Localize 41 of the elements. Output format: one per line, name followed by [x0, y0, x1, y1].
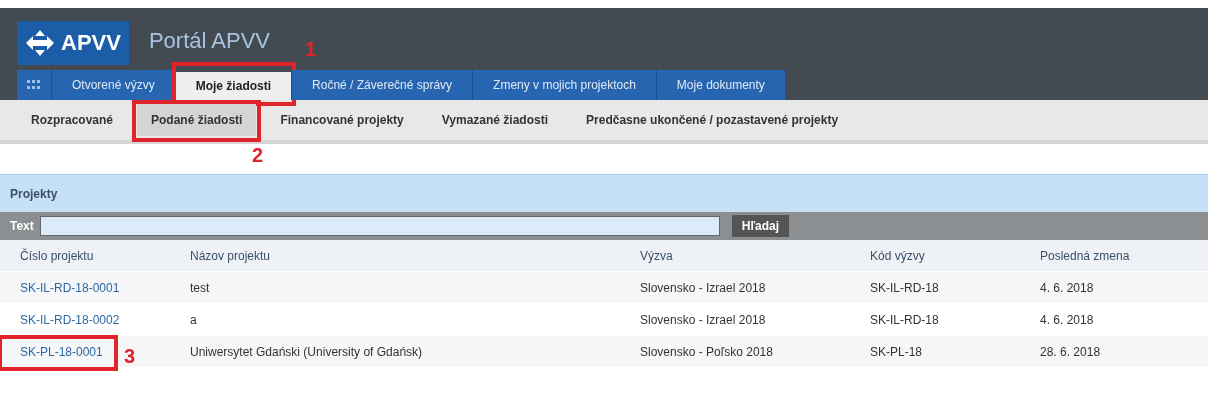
column-header[interactable]: Číslo projektu [20, 248, 190, 263]
table-cell-text: test [190, 280, 211, 295]
logo-text: APVV [61, 30, 121, 56]
sub-tab[interactable]: Rozpracované [17, 100, 128, 140]
table-cell-text: 28. 6. 2018 [1040, 344, 1102, 359]
nav-tab[interactable]: Ročné / Záverečné správy [292, 70, 474, 100]
search-field[interactable] [39, 216, 720, 236]
apvv-logo[interactable]: APVV [17, 21, 129, 65]
search-button[interactable]: Hľadaj [731, 215, 790, 237]
search-label: Text [10, 219, 34, 233]
sub-tab[interactable]: Financované projekty [266, 100, 418, 140]
apps-grid-icon[interactable] [17, 70, 52, 100]
callout-number: 2 [252, 144, 264, 167]
nav-tab[interactable]: Zmeny v mojich projektoch [473, 70, 657, 100]
sub-tab[interactable]: Vymazané žiadosti [427, 100, 563, 140]
table-cell-text: Slovensko - Poľsko 2018 [640, 344, 774, 359]
sub-tab[interactable]: Podané žiadosti [137, 104, 257, 136]
column-header[interactable]: Názov projektu [190, 248, 640, 263]
table-cell-text: Slovensko - Izrael 2018 [640, 312, 767, 327]
column-header[interactable]: Výzva [640, 248, 870, 263]
column-header[interactable]: Posledná zmena [1040, 248, 1208, 263]
table-cell-text: Uniwersytet Gdański (University of Gdańsk) [190, 344, 424, 359]
nav-tab[interactable]: Moje dokumenty [656, 70, 786, 100]
portal-title: Portál APVV [148, 28, 270, 54]
table-cell-text: 4. 6. 2018 [1040, 312, 1095, 327]
table-cell-text: 4. 6. 2018 [1040, 280, 1095, 295]
double-arrow-icon [25, 29, 55, 57]
table-cell-text: a [190, 312, 198, 327]
project-link[interactable]: SK-IL-RD-18-0002 [20, 312, 120, 327]
column-header[interactable]: Kód výzvy [870, 248, 1040, 263]
table-cell-text: SK-IL-RD-18 [870, 280, 940, 295]
callout-number: 1 [304, 38, 317, 61]
nav-tab[interactable]: Moje žiadosti [175, 72, 293, 100]
table-cell-text: Slovensko - Izrael 2018 [640, 280, 767, 295]
panel-title: Projekty [10, 186, 58, 201]
sub-tab[interactable]: Predčasne ukončené / pozastavené projekty [572, 100, 853, 140]
table-cell-text: SK-PL-18 [870, 344, 924, 359]
callout-number: 3 [124, 344, 136, 368]
project-link[interactable]: SK-IL-RD-18-0001 [20, 280, 120, 295]
table-cell-text: SK-IL-RD-18 [870, 312, 940, 327]
project-link[interactable]: SK-PL-18-0001 [20, 344, 103, 359]
